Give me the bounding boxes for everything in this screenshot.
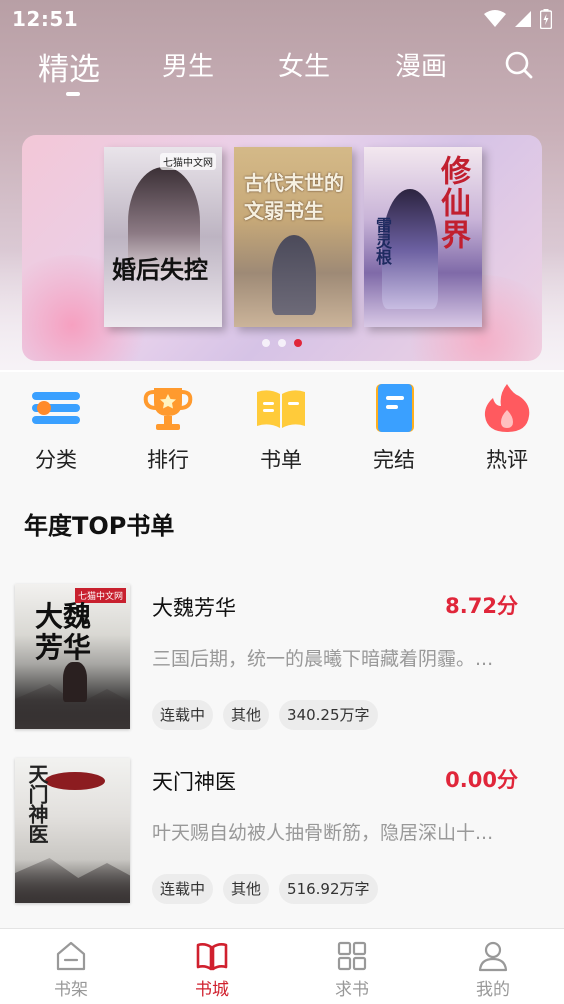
book-description: 叶天赐自幼被人抽骨断筋，隐居深山十...	[152, 822, 494, 844]
nav-request-book[interactable]: 求书	[312, 939, 392, 1000]
quick-nav-label: 排行	[147, 448, 189, 472]
quick-nav-booklist[interactable]: 书单	[241, 380, 321, 474]
book-title: 古代末世的文弱书生	[244, 171, 344, 223]
book-name: 大魏芳华	[152, 596, 236, 620]
banner-carousel[interactable]: 七猫中文网 婚后失控 古代末世的文弱书生 雷灵根 修仙界	[22, 135, 542, 361]
book-tags: 连载中 其他 340.25万字	[152, 700, 378, 730]
quick-nav-category[interactable]: 分类	[16, 380, 96, 474]
book-tags: 连载中 其他 516.92万字	[152, 874, 378, 904]
word-count-tag: 516.92万字	[279, 874, 378, 904]
book-title: 婚后失控	[112, 256, 208, 284]
nav-label: 书城	[195, 980, 229, 1000]
book-score: 8.72分	[445, 594, 518, 618]
carousel-dot-active[interactable]	[294, 339, 302, 347]
grid-icon	[337, 941, 367, 971]
nav-bookshelf[interactable]: 书架	[31, 939, 111, 1000]
status-icons	[484, 9, 552, 29]
word-count-tag: 340.25万字	[279, 700, 378, 730]
tab-featured[interactable]: 精选	[38, 44, 100, 89]
open-book-icon	[257, 390, 305, 428]
book-title: 修仙界	[435, 155, 470, 251]
cover-art	[15, 858, 130, 903]
book-badge: 七猫中文网	[160, 153, 216, 170]
cover-art	[45, 772, 105, 790]
quick-nav-ranking[interactable]: 排行	[128, 380, 208, 474]
carousel-dot[interactable]	[262, 339, 270, 347]
cover-title: 大魏芳华	[35, 600, 92, 664]
bookshelf-icon	[56, 941, 86, 971]
bottom-nav: 书架 书城 求书 我的	[0, 928, 564, 1004]
carousel-indicator	[22, 339, 542, 347]
profile-icon	[478, 941, 508, 972]
book-list-item[interactable]: 天门神医 天门神医 0.00分 叶天赐自幼被人抽骨断筋，隐居深山十... 连载中…	[0, 758, 564, 908]
book-cover[interactable]: 七猫中文网 大魏芳华	[15, 584, 130, 729]
quick-nav-label: 分类	[35, 448, 77, 472]
status-bar: 12:51	[0, 0, 564, 38]
category-icon	[32, 392, 80, 424]
banner-book[interactable]: 七猫中文网 婚后失控	[104, 147, 222, 327]
top-tabs: 精选 男生 女生 漫画	[0, 40, 564, 100]
quick-nav: 分类 排行 书单 完结 热评	[0, 372, 564, 482]
nav-bookstore[interactable]: 书城	[172, 939, 252, 1000]
nav-label: 求书	[335, 980, 369, 1000]
nav-label: 我的	[476, 980, 510, 1000]
quick-nav-label: 书单	[260, 448, 302, 472]
trophy-icon	[143, 388, 193, 430]
quick-nav-label: 完结	[373, 448, 415, 472]
status-tag: 连载中	[152, 874, 214, 904]
signal-icon	[514, 10, 532, 28]
bookstore-icon	[196, 943, 228, 971]
genre-tag: 其他	[223, 874, 270, 904]
carousel-dot[interactable]	[278, 339, 286, 347]
book-score: 0.00分	[445, 768, 518, 792]
tab-comics[interactable]: 漫画	[395, 46, 447, 83]
book-name: 天门神医	[152, 770, 236, 794]
cover-art	[272, 235, 316, 315]
nav-profile[interactable]: 我的	[453, 939, 533, 1000]
quick-nav-completed[interactable]: 完结	[354, 380, 434, 474]
cover-art	[63, 662, 87, 702]
battery-icon	[540, 9, 552, 29]
book-cover[interactable]: 天门神医	[15, 758, 130, 903]
status-tag: 连载中	[152, 700, 214, 730]
quick-nav-hot-reviews[interactable]: 热评	[467, 380, 547, 474]
status-time: 12:51	[12, 7, 79, 31]
book-list-item[interactable]: 七猫中文网 大魏芳华 大魏芳华 8.72分 三国后期，统一的晨曦下暗藏着阴霾。.…	[0, 584, 564, 734]
cover-title: 天门神医	[25, 764, 49, 844]
wifi-icon	[484, 10, 506, 28]
book-subtitle: 雷灵根	[373, 217, 392, 265]
flame-icon	[484, 384, 530, 432]
tab-male[interactable]: 男生	[162, 46, 214, 83]
nav-label: 书架	[54, 980, 88, 1000]
search-icon[interactable]	[504, 50, 534, 80]
top-booklist-section: 年度TOP书单 七猫中文网 大魏芳华 大魏芳华 8.72分 三国后期，统一的晨曦…	[0, 482, 564, 928]
book-description: 三国后期，统一的晨曦下暗藏着阴霾。...	[152, 648, 494, 670]
notebook-icon	[376, 384, 414, 432]
genre-tag: 其他	[223, 700, 270, 730]
tab-female[interactable]: 女生	[278, 46, 330, 83]
banner-book[interactable]: 古代末世的文弱书生	[234, 147, 352, 327]
section-title: 年度TOP书单	[24, 512, 175, 540]
quick-nav-label: 热评	[486, 448, 528, 472]
banner-book[interactable]: 雷灵根 修仙界	[364, 147, 482, 327]
tab-indicator	[66, 92, 80, 96]
